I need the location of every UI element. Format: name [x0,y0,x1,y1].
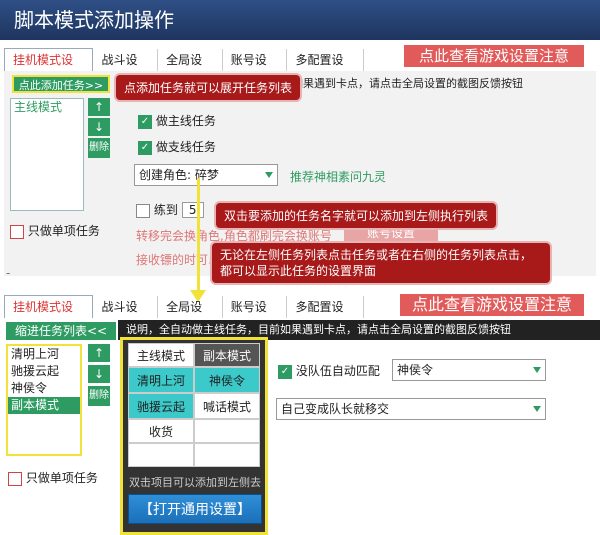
do-main-label: 做主线任务 [155,114,216,128]
add-task-button[interactable]: 点此添加任务>> [12,75,110,93]
tab-idle-mode[interactable]: 挂机模式设置 [4,295,94,336]
bottom-task-list[interactable]: 清明上河 驰援云起 神侯令 副本模式 [6,344,82,456]
checkbox-box[interactable] [10,224,24,239]
window-title: 脚本模式添加操作 [0,0,600,40]
grid-cell[interactable] [128,443,194,467]
chevron-down-icon [533,406,541,412]
move-down-button[interactable]: ↓ [88,118,110,136]
grid-cell[interactable]: 主线模式 [128,343,194,367]
chevron-down-icon [265,172,273,178]
grid-cell[interactable]: 收货 [128,419,194,443]
do-side-checkbox[interactable]: ✓ 做支线任务 [138,138,216,155]
tab-multi-config[interactable]: 多配置设置 [287,49,364,89]
connector-line [197,178,200,294]
receive-text: 接收镖的时可以 [136,253,221,267]
bottom-tab-bar: 挂机模式设置 战斗设置 全局设置 账号设置 多配置设置 [4,294,364,336]
grid-cell[interactable]: 驰援云起 [128,393,194,419]
move-up-button[interactable]: ↑ [88,344,110,362]
top-task-list[interactable]: 主线模式 [10,98,84,211]
callout-click-task: 无论在左侧任务列表点击任务或者在右侧的任务列表点击，都可以显示此任务的设置界面 [212,243,550,283]
only-single-task-checkbox[interactable]: 只做单项任务 [10,222,100,239]
train-to-level-input[interactable]: 5 [181,202,204,218]
do-side-label: 做支线任务 [155,140,216,154]
auto-match-select[interactable]: 神侯令 [392,359,546,381]
only-single-task-checkbox[interactable]: 只做单项任务 [8,469,98,486]
checkbox-box[interactable] [8,471,22,486]
tab-account[interactable]: 账号设置 [223,296,288,336]
delete-button[interactable]: 删除 [88,138,110,158]
create-role-prefix: 创建角色: [139,168,192,182]
create-role-select[interactable]: 创建角色: 碎梦 [134,164,278,186]
game-settings-notice-button[interactable]: 点此查看游戏设置注意 [404,45,584,67]
bottom-dash: - [6,266,11,280]
list-item[interactable]: 主线模式 [11,99,83,116]
open-common-settings-button[interactable]: 【打开通用设置】 [128,494,262,524]
only-single-task-label: 只做单项任务 [27,224,100,238]
tab-account[interactable]: 账号设置 [223,49,288,89]
only-single-task-label: 只做单项任务 [25,471,98,485]
tab-global[interactable]: 全局设置 [158,49,223,89]
checkmark-icon[interactable]: ✓ [138,114,152,129]
grid-cell-selected[interactable]: 副本模式 [194,343,260,367]
tab-global[interactable]: 全局设置 [158,296,223,336]
train-to-checkbox[interactable] [136,203,150,218]
list-item[interactable]: 神侯令 [8,380,80,397]
double-click-hint: 双击项目可以添加到左侧去 [129,476,261,489]
callout-add-task: 点添加任务就可以展开任务列表 [116,75,301,100]
collapse-task-list-button[interactable]: 缩进任务列表<< [6,322,116,340]
checkmark-icon[interactable]: ✓ [278,364,292,379]
tab-idle-mode[interactable]: 挂机模式设置 [4,48,94,89]
top-notice-text: 如果遇到卡点，请点击全局设置的截图反馈按钮 [292,77,523,90]
chevron-down-icon [533,367,541,373]
list-item[interactable]: 驰援云起 [8,363,80,380]
auto-match-checkbox[interactable]: ✓ 没队伍自动匹配 [278,362,380,379]
auto-match-label: 没队伍自动匹配 [295,364,380,378]
list-item-selected[interactable]: 副本模式 [8,397,80,414]
move-down-button[interactable]: ↓ [88,365,110,383]
grid-cell[interactable]: 神侯令 [194,367,260,393]
tab-battle[interactable]: 战斗设置 [93,296,159,336]
checkmark-icon[interactable]: ✓ [138,140,152,155]
tab-battle[interactable]: 战斗设置 [93,49,159,89]
grid-cell[interactable]: 喊话模式 [194,393,260,419]
grid-cell[interactable] [194,443,260,467]
transfer-leader-select[interactable]: 自己变成队长就移交 [276,398,546,420]
tab-multi-config[interactable]: 多配置设置 [287,296,364,336]
train-to-row: 练到 5 [136,201,204,218]
top-tab-bar: 挂机模式设置 战斗设置 全局设置 账号设置 多配置设置 [4,47,364,89]
grid-cell[interactable] [194,419,260,443]
transfer-text: 转移完会换角色,角色都刷完会换账号 [136,229,332,243]
game-settings-notice-button[interactable]: 点此查看游戏设置注意 [400,294,584,316]
train-to-label: 练到 [153,203,178,217]
recommend-text: 推荐神相素问九灵 [290,170,387,184]
delete-button[interactable]: 删除 [88,386,110,406]
auto-match-value: 神侯令 [397,363,434,377]
transfer-leader-value: 自己变成队长就移交 [281,402,390,416]
grid-cell[interactable]: 清明上河 [128,367,194,393]
move-up-button[interactable]: ↑ [88,98,110,116]
do-main-checkbox[interactable]: ✓ 做主线任务 [138,112,216,129]
callout-double-click: 双击要添加的任务名字就可以添加到左侧执行列表 [216,203,497,228]
task-picker-grid: 主线模式 副本模式 清明上河 神侯令 驰援云起 喊话模式 收货 [128,343,260,467]
list-item[interactable]: 清明上河 [8,346,80,363]
